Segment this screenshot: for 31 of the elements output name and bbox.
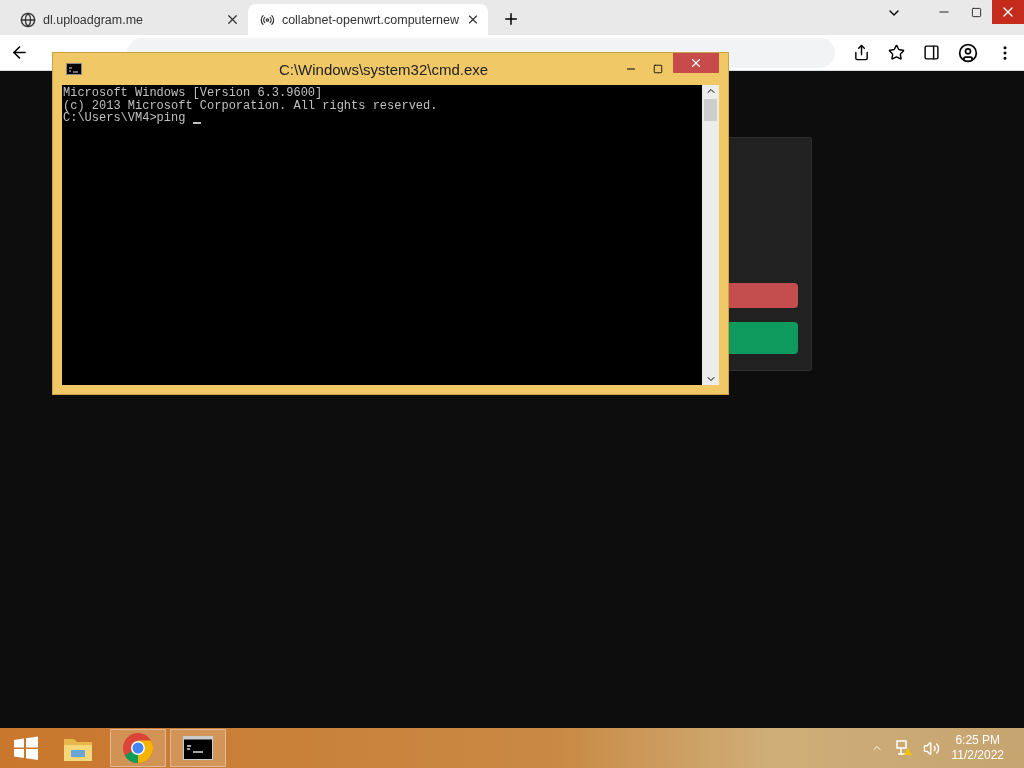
maximize-icon[interactable] [653,64,663,74]
chrome-icon [122,732,154,764]
side-panel-icon[interactable] [923,44,940,61]
scroll-thumb[interactable] [704,99,717,121]
globe-icon [20,11,36,28]
new-tab-icon[interactable] [502,10,520,28]
network-icon[interactable] [894,739,913,757]
time-text: 6:25 PM [955,733,1001,748]
back-icon[interactable] [10,43,29,62]
close-icon[interactable] [466,12,480,27]
scrollbar[interactable] [702,85,719,385]
close-button[interactable] [992,0,1024,24]
profile-icon[interactable] [958,42,978,63]
console-icon [66,63,82,75]
bookmark-icon[interactable] [888,44,905,61]
close-icon[interactable] [225,12,240,27]
close-icon [689,56,703,70]
window-title: C:\Windows\system32\cmd.exe [277,60,490,78]
restore-icon [970,6,982,18]
console-line: Microsoft Windows [Version 6.3.9600] [63,87,323,100]
close-button[interactable] [673,53,719,73]
share-icon[interactable] [853,44,870,61]
console-line: C:\Users\VM4>ping [63,112,187,125]
console-icon [183,736,213,760]
volume-icon[interactable] [922,739,940,757]
date-text: 11/2/2022 [951,748,1004,763]
cursor-icon [192,121,201,124]
browser-tab[interactable]: dl.uploadgram.me [8,4,248,35]
browser-tab[interactable]: collabnet-openwrt.computernew [248,4,488,35]
taskbar-app-button[interactable] [170,729,226,767]
console-line: (c) 2013 Microsoft Corporation. All rights reserved. [63,99,438,112]
